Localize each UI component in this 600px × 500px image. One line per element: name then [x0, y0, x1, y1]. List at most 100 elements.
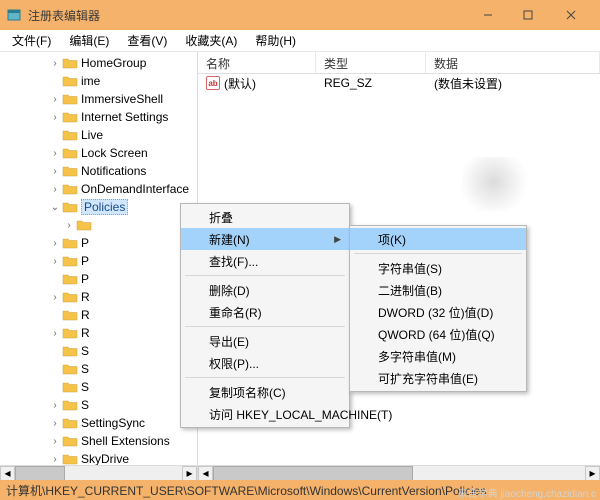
- app-icon: [6, 7, 22, 23]
- tree-node[interactable]: S: [0, 378, 197, 396]
- menu-item[interactable]: 多字符串值(M): [350, 345, 526, 367]
- tree-node[interactable]: ›S: [0, 396, 197, 414]
- tree-node[interactable]: › Notifications: [0, 162, 197, 180]
- scroll-right-icon[interactable]: ▸: [585, 466, 600, 481]
- menu-item-label: 权限(P)...: [209, 355, 259, 372]
- list-h-scrollbar[interactable]: ◂ ▸: [198, 465, 600, 480]
- expander-closed-icon[interactable]: ›: [48, 400, 62, 411]
- menu-item[interactable]: 查找(F)...: [181, 250, 349, 272]
- folder-icon: [62, 182, 78, 196]
- tree-node-label: ImmersiveShell: [81, 92, 163, 106]
- tree-node[interactable]: ime: [0, 72, 197, 90]
- context-submenu-new[interactable]: 项(K) 字符串值(S)二进制值(B)DWORD (32 位)值(D)QWORD …: [349, 225, 527, 392]
- menu-item[interactable]: DWORD (32 位)值(D): [350, 301, 526, 323]
- tree-node[interactable]: ›R: [0, 288, 197, 306]
- cell-name: ab (默认): [198, 75, 316, 92]
- tree-node[interactable]: ›Internet Settings: [0, 108, 197, 126]
- expander-closed-icon[interactable]: ›: [48, 166, 62, 177]
- list-row[interactable]: ab (默认) REG_SZ (数值未设置): [198, 74, 600, 92]
- maximize-button[interactable]: [508, 0, 548, 30]
- folder-icon: [62, 398, 78, 412]
- cell-data: (数值未设置): [426, 75, 600, 92]
- tree-node[interactable]: ›HomeGroup: [0, 54, 197, 72]
- expander-closed-icon[interactable]: ›: [48, 256, 62, 267]
- menu-separator: [185, 326, 345, 327]
- scroll-thumb[interactable]: [213, 466, 413, 481]
- menu-item-label: 可扩充字符串值(E): [378, 370, 478, 387]
- scroll-left-icon[interactable]: ◂: [198, 466, 213, 481]
- menu-item[interactable]: 二进制值(B): [350, 279, 526, 301]
- menu-bar: 文件(F) 编辑(E) 查看(V) 收藏夹(A) 帮助(H): [0, 30, 600, 52]
- tree-node[interactable]: ⌄Policies: [0, 198, 197, 216]
- menu-item-label: 折叠: [209, 209, 233, 226]
- tree-node[interactable]: P: [0, 270, 197, 288]
- menu-edit[interactable]: 编辑(E): [61, 30, 117, 51]
- col-data[interactable]: 数据: [426, 52, 600, 73]
- scroll-track[interactable]: [213, 466, 585, 481]
- menu-help[interactable]: 帮助(H): [247, 30, 304, 51]
- context-menu[interactable]: 折叠新建(N)▶查找(F)... 删除(D)重命名(R) 导出(E) 权限(P)...…: [180, 203, 350, 428]
- folder-icon: [62, 362, 78, 376]
- minimize-button[interactable]: [468, 0, 508, 30]
- menu-favorites[interactable]: 收藏夹(A): [177, 30, 245, 51]
- menu-item[interactable]: 新建(N)▶: [181, 228, 349, 250]
- expander-closed-icon[interactable]: ›: [48, 292, 62, 303]
- tree-node[interactable]: ›OnDemandInterface: [0, 180, 197, 198]
- tree-pane: ›HomeGroupime › ImmersiveShell ›Internet Se…: [0, 52, 198, 480]
- menu-item[interactable]: 折叠: [181, 206, 349, 228]
- expander-closed-icon[interactable]: ›: [48, 238, 62, 249]
- tree-node[interactable]: ›: [0, 216, 197, 234]
- tree-node[interactable]: S: [0, 360, 197, 378]
- menu-file[interactable]: 文件(F): [4, 30, 59, 51]
- menu-item[interactable]: 删除(D): [181, 279, 349, 301]
- expander-closed-icon[interactable]: ›: [62, 220, 76, 231]
- menu-item[interactable]: 字符串值(S): [350, 257, 526, 279]
- tree-node[interactable]: › SkyDrive: [0, 450, 197, 465]
- menu-item[interactable]: 可扩充字符串值(E): [350, 367, 526, 389]
- col-name[interactable]: 名称: [198, 52, 316, 73]
- tree-h-scrollbar[interactable]: ◂ ▸: [0, 465, 197, 480]
- menu-item-label: 新建(N): [209, 231, 250, 248]
- expander-closed-icon[interactable]: ›: [48, 58, 62, 69]
- menu-item[interactable]: 项(K): [350, 228, 526, 250]
- tree-node-label: R: [81, 290, 90, 304]
- tree-node[interactable]: S: [0, 342, 197, 360]
- menu-item[interactable]: 复制项名称(C): [181, 381, 349, 403]
- tree-node-label: Notifications: [81, 164, 146, 178]
- tree-node[interactable]: ›P: [0, 252, 197, 270]
- scroll-right-icon[interactable]: ▸: [182, 466, 197, 481]
- expander-closed-icon[interactable]: ›: [48, 148, 62, 159]
- expander-closed-icon[interactable]: ›: [48, 184, 62, 195]
- menu-item[interactable]: QWORD (64 位)值(Q): [350, 323, 526, 345]
- folder-icon: [62, 416, 78, 430]
- tree-node[interactable]: ›Shell Extensions: [0, 432, 197, 450]
- expander-closed-icon[interactable]: ›: [48, 418, 62, 429]
- expander-closed-icon[interactable]: ›: [48, 454, 62, 465]
- menu-item[interactable]: 导出(E): [181, 330, 349, 352]
- expander-closed-icon[interactable]: ›: [48, 436, 62, 447]
- tree-node[interactable]: Live: [0, 126, 197, 144]
- expander-closed-icon[interactable]: ›: [48, 328, 62, 339]
- scroll-left-icon[interactable]: ◂: [0, 466, 15, 481]
- tree-node-label: Live: [81, 128, 103, 142]
- menu-item[interactable]: 访问 HKEY_LOCAL_MACHINE(T): [181, 403, 349, 425]
- col-type[interactable]: 类型: [316, 52, 426, 73]
- tree-node[interactable]: ›SettingSync: [0, 414, 197, 432]
- expander-open-icon[interactable]: ⌄: [48, 202, 62, 213]
- tree-node[interactable]: R: [0, 306, 197, 324]
- value-name: (默认): [224, 75, 256, 92]
- expander-closed-icon[interactable]: ›: [48, 112, 62, 123]
- scroll-track[interactable]: [15, 466, 182, 481]
- scroll-thumb[interactable]: [15, 466, 65, 481]
- menu-item[interactable]: 重命名(R): [181, 301, 349, 323]
- tree-node-label: SkyDrive: [81, 452, 129, 465]
- close-button[interactable]: [548, 0, 594, 30]
- tree-node[interactable]: ›P: [0, 234, 197, 252]
- registry-tree[interactable]: ›HomeGroupime › ImmersiveShell ›Internet Se…: [0, 52, 197, 465]
- tree-node[interactable]: ›Lock Screen: [0, 144, 197, 162]
- expander-closed-icon[interactable]: ›: [48, 94, 62, 105]
- menu-item[interactable]: 权限(P)...: [181, 352, 349, 374]
- menu-view[interactable]: 查看(V): [119, 30, 175, 51]
- tree-node[interactable]: ›R: [0, 324, 197, 342]
- tree-node[interactable]: › ImmersiveShell: [0, 90, 197, 108]
